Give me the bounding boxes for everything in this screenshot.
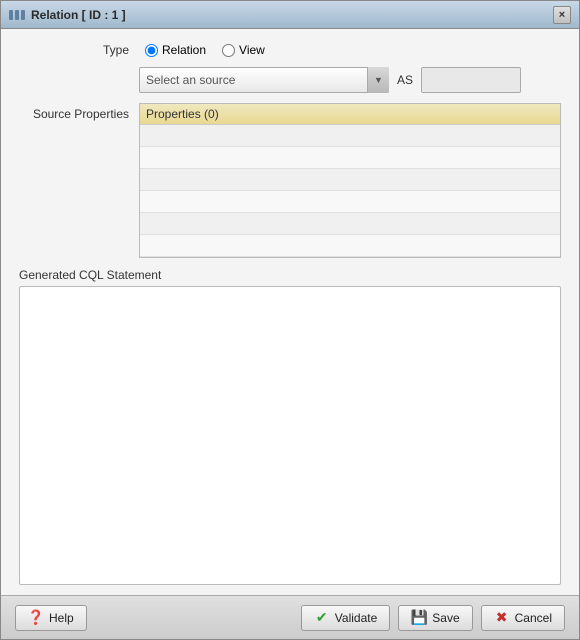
dialog-body: Type Relation View Select an source ▼ AS	[1, 29, 579, 595]
cql-label: Generated CQL Statement	[19, 268, 561, 282]
save-button[interactable]: 💾 Save	[398, 605, 472, 631]
help-icon: ❓	[28, 610, 44, 626]
table-row	[140, 191, 560, 213]
properties-table: Properties (0)	[139, 103, 561, 258]
as-label: AS	[397, 73, 413, 87]
table-row	[140, 235, 560, 257]
dialog-icon	[9, 10, 25, 20]
source-select[interactable]: Select an source	[139, 67, 389, 93]
validate-label: Validate	[335, 611, 377, 625]
cancel-button[interactable]: ✖ Cancel	[481, 605, 565, 631]
cql-section: Generated CQL Statement	[19, 268, 561, 585]
radio-relation-label: Relation	[162, 43, 206, 57]
type-label: Type	[19, 43, 129, 57]
footer-right: ✔ Validate 💾 Save ✖ Cancel	[301, 605, 565, 631]
validate-icon: ✔	[314, 610, 330, 626]
source-properties-label: Source Properties	[19, 103, 129, 121]
radio-view-input[interactable]	[222, 44, 235, 57]
cancel-icon: ✖	[494, 610, 510, 626]
save-label: Save	[432, 611, 459, 625]
title-bar: Relation [ ID : 1 ] ×	[1, 1, 579, 29]
dialog: Relation [ ID : 1 ] × Type Relation View…	[0, 0, 580, 640]
title-bar-left: Relation [ ID : 1 ]	[9, 8, 126, 22]
table-row	[140, 213, 560, 235]
properties-header: Properties (0)	[140, 104, 560, 125]
radio-view-label: View	[239, 43, 265, 57]
close-button[interactable]: ×	[553, 6, 571, 24]
radio-view[interactable]: View	[222, 43, 265, 57]
as-input[interactable]	[421, 67, 521, 93]
source-properties-row: Source Properties Properties (0)	[19, 103, 561, 258]
radio-relation[interactable]: Relation	[145, 43, 206, 57]
save-icon: 💾	[411, 610, 427, 626]
table-row	[140, 125, 560, 147]
cancel-label: Cancel	[515, 611, 552, 625]
dialog-title: Relation [ ID : 1 ]	[31, 8, 126, 22]
help-label: Help	[49, 611, 74, 625]
cql-textarea[interactable]	[19, 286, 561, 585]
validate-button[interactable]: ✔ Validate	[301, 605, 390, 631]
footer: ❓ Help ✔ Validate 💾 Save ✖ Cancel	[1, 595, 579, 639]
source-select-wrapper: Select an source ▼	[139, 67, 389, 93]
table-row	[140, 147, 560, 169]
radio-relation-input[interactable]	[145, 44, 158, 57]
table-row	[140, 169, 560, 191]
help-button[interactable]: ❓ Help	[15, 605, 87, 631]
